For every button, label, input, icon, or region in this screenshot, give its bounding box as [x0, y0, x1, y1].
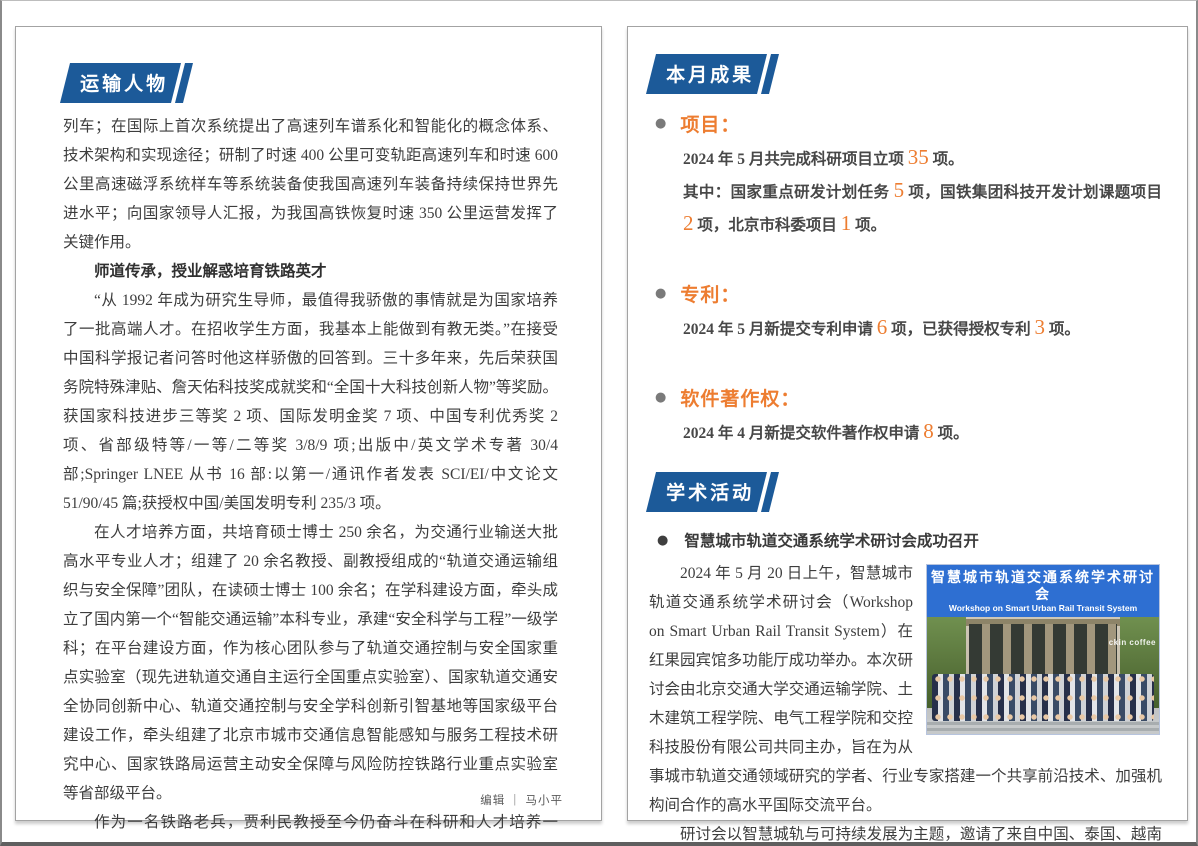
- section-title: 本月成果: [666, 60, 754, 87]
- achievement-software-copyright: ● 软件著作权： 2024 年 4 月新提交软件著作权申请 8 项。: [655, 384, 1162, 450]
- photo-banner-title-en: Workshop on Smart Urban Rail Transit Sys…: [929, 603, 1157, 614]
- patents-submitted-count: 6: [877, 315, 888, 339]
- spacer: [649, 346, 1162, 368]
- spacer: [63, 103, 558, 112]
- projects-beijing-count: 1: [841, 211, 852, 235]
- patents-label: 专利：: [680, 280, 740, 307]
- editor-credit: 编辑 ｜ 马小平: [480, 792, 563, 808]
- group-photo-image: ckin coffee: [927, 617, 1159, 734]
- section-flag-transport-people: 运输人物: [60, 63, 193, 103]
- projects-line-2: 其中：国家重点研发计划任务 5 项，国铁集团科技开发计划课题项目 2 项，北京市…: [683, 176, 1162, 242]
- academic-paragraph-2: 研讨会以智慧城轨与可持续发展为主题，邀请了来自中国、泰国、越南等多个国家的 5 …: [649, 820, 1162, 846]
- building-steps: [927, 719, 1159, 734]
- software-line: 2024 年 4 月新提交软件著作权申请 8 项。: [683, 417, 1162, 450]
- section-flag-academic-activities: 学术活动: [646, 472, 779, 512]
- workshop-group-photo: 智慧城市轨道交通系统学术研讨会 Workshop on Smart Urban …: [926, 564, 1160, 735]
- page-right: 本月成果 ● 项目： 2024 年 5 月共完成科研项目立项 35 项。 其中：…: [627, 26, 1188, 821]
- bullet-icon: ●: [655, 286, 666, 301]
- section-title: 运输人物: [80, 69, 168, 96]
- photo-banner: 智慧城市轨道交通系统学术研讨会 Workshop on Smart Urban …: [927, 565, 1159, 617]
- crowd-of-attendees: [932, 674, 1155, 721]
- paragraph-talent: 在人才培养方面，共培育硕士博士 250 余名，为交通行业输送大批高水平专业人才；…: [63, 518, 558, 808]
- photo-banner-title-cn: 智慧城市轨道交通系统学术研讨会: [929, 569, 1157, 603]
- paragraph-closing: 作为一名铁路老兵，贾利民教授至今仍奋斗在科研和人才培养一线，积极面向国家战略需求…: [63, 808, 558, 846]
- paragraph-mentorship: “从 1992 年成为研究生导师，最值得我骄傲的事情就是为国家培养了一批高端人才…: [63, 286, 558, 518]
- academic-item-title-row: ● 智慧城市轨道交通系统学术研讨会成功召开: [657, 529, 1162, 551]
- bullet-icon: ●: [655, 116, 666, 131]
- software-label: 软件著作权：: [680, 384, 800, 411]
- sub-heading: 师道传承，授业解惑培育铁路英才: [63, 257, 558, 286]
- section-flag-monthly-results: 本月成果: [646, 54, 779, 94]
- academic-body: 智慧城市轨道交通系统学术研讨会 Workshop on Smart Urban …: [649, 559, 1162, 846]
- patents-granted-count: 3: [1035, 315, 1046, 339]
- workshop-title: 智慧城市轨道交通系统学术研讨会成功召开: [684, 529, 979, 551]
- projects-total-count: 35: [908, 145, 929, 169]
- spacer: [649, 242, 1162, 264]
- bullet-icon: ●: [655, 390, 666, 405]
- achievement-projects: ● 项目： 2024 年 5 月共完成科研项目立项 35 项。 其中：国家重点研…: [655, 110, 1162, 242]
- projects-line-1: 2024 年 5 月共完成科研项目立项 35 项。: [683, 143, 1162, 176]
- paragraph-continuation: 列车；在国际上首次系统提出了高速列车谱系化和智能化的概念体系、技术架构和实现途径…: [63, 112, 558, 257]
- newsletter-spread: 运输人物 列车；在国际上首次系统提出了高速列车谱系化和智能化的概念体系、技术架构…: [0, 0, 1198, 846]
- patents-line: 2024 年 5 月新提交专利申请 6 项，已获得授权专利 3 项。: [683, 313, 1162, 346]
- spacer: [649, 450, 1162, 472]
- projects-national-count: 5: [894, 178, 905, 202]
- software-count: 8: [923, 419, 934, 443]
- achievement-patents: ● 专利： 2024 年 5 月新提交专利申请 6 项，已获得授权专利 3 项。: [655, 280, 1162, 346]
- coffee-sign-text: ckin coffee: [1109, 628, 1156, 657]
- page-left: 运输人物 列车；在国际上首次系统提出了高速列车谱系化和智能化的概念体系、技术架构…: [15, 26, 602, 821]
- projects-label: 项目：: [680, 110, 740, 137]
- projects-railway-count: 2: [683, 211, 694, 235]
- section-title: 学术活动: [666, 478, 754, 505]
- bullet-icon: ●: [657, 533, 668, 548]
